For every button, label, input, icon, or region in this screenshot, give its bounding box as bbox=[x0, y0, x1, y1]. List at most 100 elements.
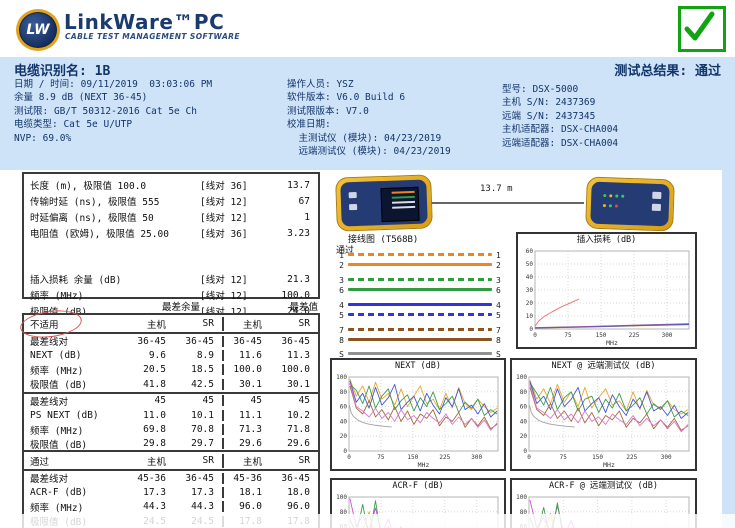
row-value: 29.6 bbox=[222, 438, 270, 449]
row-value: 29.6 bbox=[270, 438, 318, 449]
svg-text:100: 100 bbox=[336, 494, 347, 501]
main-tester-image bbox=[335, 174, 433, 231]
next-table: 不适用 主机 SR 主机 SR 最差线对36-4536-4536-4536-45… bbox=[22, 313, 320, 453]
table-row: 极限值 (dB)41.842.530.130.1 bbox=[24, 377, 318, 391]
header-line: 远端适配器: DSX-CHA004 bbox=[502, 137, 618, 150]
wire-line bbox=[348, 352, 492, 355]
row-value: 30.1 bbox=[222, 379, 270, 390]
next-remote-chart: NEXT @ 远端测试仪 (dB) 0751502253000204060801… bbox=[510, 358, 697, 471]
row-label: 极限值 (dB) bbox=[24, 437, 126, 451]
row-label: 频率 (MHz) bbox=[24, 363, 126, 377]
svg-text:80: 80 bbox=[520, 389, 528, 396]
row-value: 96.0 bbox=[270, 501, 318, 512]
row-pair: [线对 36] bbox=[200, 178, 264, 192]
svg-text:150: 150 bbox=[596, 332, 607, 339]
table-row: NEXT (dB)9.68.911.611.3 bbox=[24, 348, 318, 362]
wire-pin-right: 5 bbox=[496, 311, 501, 320]
chart-title: NEXT @ 远端测试仪 (dB) bbox=[512, 360, 695, 373]
header-line: 软件版本: V6.0 Build 6 bbox=[287, 91, 451, 104]
row-value: 10.1 bbox=[174, 410, 222, 421]
header-line: 测试限: GB/T 50312-2016 Cat 5e Ch bbox=[14, 105, 212, 118]
row-value: 29.8 bbox=[126, 438, 174, 449]
header-line: 余量 8.9 dB (NEXT 36-45) bbox=[14, 91, 212, 104]
column-header: SR bbox=[270, 318, 318, 329]
tester-leds bbox=[603, 194, 643, 198]
chart-svg: 0751502253000102030405060MHz bbox=[518, 247, 695, 347]
led bbox=[609, 194, 612, 197]
tester-button bbox=[652, 192, 661, 199]
header-line: 测试限版本: V7.0 bbox=[287, 105, 451, 118]
tester-leds bbox=[603, 204, 643, 208]
header-line: NVP: 69.0% bbox=[14, 132, 212, 145]
wire-line bbox=[348, 313, 492, 316]
row-value: 21.3 bbox=[264, 274, 318, 285]
svg-text:0: 0 bbox=[527, 454, 531, 461]
svg-text:150: 150 bbox=[407, 454, 418, 461]
header-line: 主测试仪 (模块): 04/23/2019 bbox=[287, 132, 451, 145]
svg-text:0: 0 bbox=[523, 448, 527, 455]
svg-text:10: 10 bbox=[526, 313, 534, 320]
next-table-group2: 最差线对45454545PS NEXT (dB)11.010.111.110.2… bbox=[24, 392, 318, 452]
svg-text:225: 225 bbox=[626, 454, 637, 461]
svg-text:300: 300 bbox=[661, 454, 672, 461]
overall-result: 测试总结果: 通过 bbox=[614, 60, 721, 79]
margin-value-headers: 最差余量 最差值 bbox=[22, 299, 320, 313]
row-value: 9.6 bbox=[126, 350, 174, 361]
svg-text:0: 0 bbox=[343, 448, 347, 455]
row-value: 36-45 bbox=[270, 336, 318, 347]
header-middle-column: 操作人员: YSZ软件版本: V6.0 Build 6测试限版本: V7.0校准… bbox=[287, 78, 451, 158]
svg-text:40: 40 bbox=[340, 418, 348, 425]
tester-body bbox=[340, 180, 427, 227]
wiremap-wire-row: 44 bbox=[332, 303, 508, 311]
row-value: 71.3 bbox=[222, 424, 270, 435]
chart-plot-area: 075150225300020406080100MHz bbox=[332, 373, 504, 473]
chart-title: ACR-F (dB) bbox=[332, 480, 504, 493]
tester-screen bbox=[380, 187, 419, 222]
wire-line bbox=[348, 303, 492, 306]
pass-checkmark-icon bbox=[678, 6, 726, 52]
chart-plot-area: 075150225300020406080100MHz bbox=[512, 373, 695, 473]
header-line: 型号: DSX-5000 bbox=[502, 83, 618, 96]
screen-line bbox=[392, 196, 415, 199]
header-left-column: 日期 / 时间: 09/11/2019 03:03:06 PM余量 8.9 dB… bbox=[14, 78, 212, 145]
table-row: 频率 (MHz)44.344.396.096.0 bbox=[24, 500, 318, 514]
next-table-group1: 最差线对36-4536-4536-4536-45NEXT (dB)9.68.91… bbox=[24, 334, 318, 392]
row-value: 45 bbox=[222, 395, 270, 406]
svg-text:300: 300 bbox=[471, 454, 482, 461]
app-title: LinkWare™PC bbox=[64, 10, 224, 34]
row-value: 69.8 bbox=[126, 424, 174, 435]
wiremap-wire-row: 77 bbox=[332, 328, 508, 336]
header-line: 电缆类型: Cat 5e U/UTP bbox=[14, 118, 212, 131]
table-status: 不适用 bbox=[24, 317, 126, 331]
header-right-column: 型号: DSX-5000主机 S/N: 2437369远端 S/N: 24373… bbox=[502, 83, 618, 150]
header-line: 操作人员: YSZ bbox=[287, 78, 451, 91]
row-value: 18.0 bbox=[270, 487, 318, 498]
wiremap-wire-row: 55 bbox=[332, 313, 508, 321]
row-value: 42.5 bbox=[174, 379, 222, 390]
svg-text:60: 60 bbox=[340, 404, 348, 411]
row-value: 45 bbox=[174, 395, 222, 406]
wire-pin-left: 8 bbox=[334, 336, 344, 345]
svg-text:50: 50 bbox=[526, 261, 534, 268]
row-value: 11.1 bbox=[222, 410, 270, 421]
column-header: 主机 bbox=[222, 317, 270, 331]
wire-pin-left: 5 bbox=[334, 311, 344, 320]
chart-title: NEXT (dB) bbox=[332, 360, 504, 373]
tester-body bbox=[590, 182, 669, 227]
table-row: 插入损耗 余量 (dB)[线对 12]21.3 bbox=[24, 271, 318, 287]
svg-text:225: 225 bbox=[439, 454, 450, 461]
wire-pin-right: 4 bbox=[496, 301, 501, 310]
row-label: 时延偏离 (ns), 极限值 50 bbox=[24, 210, 200, 224]
row-value: 13.7 bbox=[264, 180, 318, 191]
row-pair: [线对 12] bbox=[200, 194, 264, 208]
header-line: 远端 S/N: 2437345 bbox=[502, 110, 618, 123]
row-label: 最差线对 bbox=[24, 334, 126, 348]
top-bar: LW LinkWare™PC CABLE TEST MANAGEMENT SOF… bbox=[0, 0, 735, 57]
svg-text:0: 0 bbox=[533, 332, 537, 339]
table-row: 电阻值 (欧姆), 极限值 25.00[线对 36]3.23 bbox=[24, 225, 318, 241]
led bbox=[603, 204, 606, 207]
table-row: 传输时延 (ns), 极限值 555[线对 12]67 bbox=[24, 193, 318, 209]
chart-svg: 075150225300020406080100MHz bbox=[332, 373, 504, 469]
wiremap-diagram: 接线图 (T568B) 通过 1122336644557788SS bbox=[332, 232, 508, 360]
row-value: 17.3 bbox=[174, 487, 222, 498]
